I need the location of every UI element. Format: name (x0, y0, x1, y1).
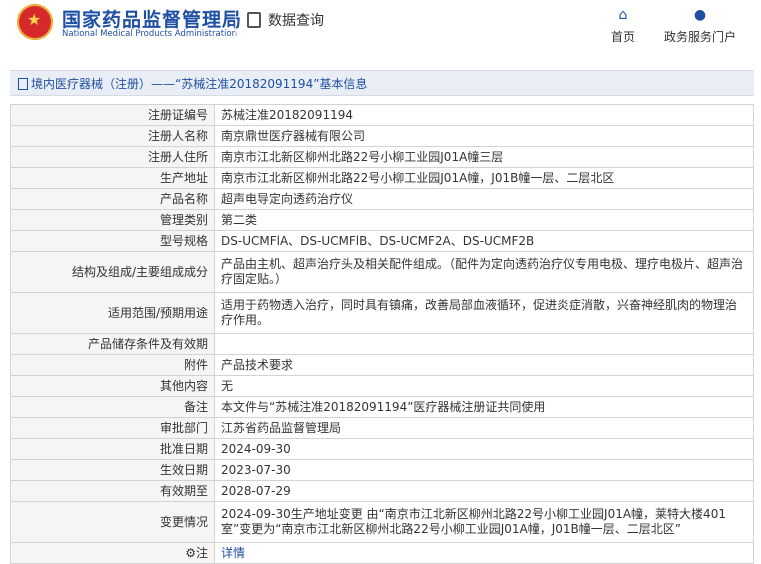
row-value (214, 333, 754, 355)
table-row: 注册证编号 苏械注准20182091194 (10, 104, 754, 126)
row-value: 超声电导定向透药治疗仪 (214, 188, 754, 210)
record-banner: 境内医疗器械（注册）——“苏械注准20182091194”基本信息 (10, 70, 754, 96)
details-link[interactable]: 详情 (221, 546, 245, 560)
table-row: 变更情况 2024-09-30生产地址变更 由“南京市江北新区柳州北路22号小柳工… (10, 501, 754, 543)
nav-service-label: 政务服务门户 (663, 30, 736, 44)
table-row: 有效期至 2028-07-29 (10, 480, 754, 502)
row-value: 2028-07-29 (214, 480, 754, 502)
row-value: 本文件与“苏械注准20182091194”医疗器械注册证共同使用 (214, 396, 754, 418)
table-row: 附件 产品技术要求 (10, 354, 754, 376)
row-value: 苏械注准20182091194 (214, 104, 754, 126)
nav-service-portal[interactable]: ● 政务服务门户 (661, 8, 739, 45)
table-row: 注册人住所 南京市江北新区柳州北路22号小柳工业园J01A幢三层 (10, 146, 754, 168)
row-label: 产品储存条件及有效期 (10, 333, 215, 355)
row-value: 南京市江北新区柳州北路22号小柳工业园J01A幢，J01B幢一层、二层北区 (214, 167, 754, 189)
table-row-note: ⚙注 详情 (10, 542, 754, 564)
document-icon (18, 78, 28, 90)
row-label: 生效日期 (10, 459, 215, 481)
table-row: 生产地址 南京市江北新区柳州北路22号小柳工业园J01A幢，J01B幢一层、二层北… (10, 167, 754, 189)
table-row: 注册人名称 南京鼎世医疗器械有限公司 (10, 125, 754, 147)
logo-subtitle: National Medical Products Administration (62, 29, 237, 39)
table-row: 备注 本文件与“苏械注准20182091194”医疗器械注册证共同使用 (10, 396, 754, 418)
row-label: 附件 (10, 354, 215, 376)
row-value: 2023-07-30 (214, 459, 754, 481)
row-label: 型号规格 (10, 230, 215, 252)
nav-home-label: 首页 (610, 30, 635, 44)
home-icon: ⌂ (618, 7, 628, 23)
logo-title[interactable]: 国家药品监督管理局 (62, 5, 242, 32)
row-label: 结构及组成/主要组成成分 (10, 251, 215, 293)
data-query-icon (247, 12, 261, 28)
site-header: 国家药品监督管理局 National Medical Products Admi… (0, 0, 761, 56)
national-emblem-icon (17, 4, 53, 40)
header-divider (235, 10, 236, 36)
user-icon: ● (693, 7, 707, 23)
table-row: 产品储存条件及有效期 (10, 333, 754, 355)
row-value: 南京市江北新区柳州北路22号小柳工业园J01A幢三层 (214, 146, 754, 168)
gear-icon: ⚙ (185, 545, 196, 560)
row-label: 产品名称 (10, 188, 215, 210)
table-row: 其他内容无 (10, 375, 754, 397)
row-label: 有效期至 (10, 480, 215, 502)
banner-text: 境内医疗器械（注册）——“苏械注准20182091194”基本信息 (31, 77, 368, 91)
row-label: 注册证编号 (10, 104, 215, 126)
row-value: DS-UCMFlA、DS-UCMFlB、DS-UCMF2A、DS-UCMF2B (214, 230, 754, 252)
row-label: 注册人名称 (10, 125, 215, 147)
row-label: 注册人住所 (10, 146, 215, 168)
row-label: 其他内容 (10, 375, 215, 397)
row-value: 适用于药物透入治疗，同时具有镇痛，改善局部血液循环，促进炎症消散，兴奋神经肌肉的… (214, 292, 754, 334)
table-row: 管理类别 第二类 (10, 209, 754, 231)
table-row: 产品名称 超声电导定向透药治疗仪 (10, 188, 754, 210)
table-row: 型号规格 DS-UCMFlA、DS-UCMFlB、DS-UCMF2A、DS-UCM… (10, 230, 754, 252)
row-value: 2024-09-30生产地址变更 由“南京市江北新区柳州北路22号小柳工业园J0… (214, 501, 754, 543)
row-label: 审批部门 (10, 417, 215, 439)
note-label-cell: ⚙注 (10, 542, 215, 564)
row-label: 批准日期 (10, 438, 215, 460)
table-row: 审批部门 江苏省药品监督管理局 (10, 417, 754, 439)
table-row: 生效日期 2023-07-30 (10, 459, 754, 481)
row-value: 第二类 (214, 209, 754, 231)
row-value: 南京鼎世医疗器械有限公司 (214, 125, 754, 147)
row-value: 无 (214, 375, 754, 397)
row-value: 江苏省药品监督管理局 (214, 417, 754, 439)
row-value: 2024-09-30 (214, 438, 754, 460)
table-row: 适用范围/预期用途 适用于药物透入治疗，同时具有镇痛，改善局部血液循环，促进炎症消… (10, 292, 754, 334)
nav-home[interactable]: ⌂ 首页 (610, 8, 636, 45)
row-value: 产品由主机、超声治疗头及相关配件组成。（配件为定向透药治疗仪专用电极、理疗电极片… (214, 251, 754, 293)
registration-info-table: 注册证编号 苏械注准20182091194 注册人名称 南京鼎世医疗器械有限公司 注… (10, 104, 754, 564)
table-row: 结构及组成/主要组成成分 产品由主机、超声治疗头及相关配件组成。（配件为定向透药治… (10, 251, 754, 293)
row-value: 产品技术要求 (214, 354, 754, 376)
note-label: 注 (195, 545, 208, 560)
row-label: 变更情况 (10, 501, 215, 543)
section-title: 数据查询 (268, 13, 324, 29)
note-value-cell: 详情 (214, 542, 754, 564)
row-label: 生产地址 (10, 167, 215, 189)
row-label: 备注 (10, 396, 215, 418)
row-label: 管理类别 (10, 209, 215, 231)
table-row: 批准日期 2024-09-30 (10, 438, 754, 460)
row-label: 适用范围/预期用途 (10, 292, 215, 334)
